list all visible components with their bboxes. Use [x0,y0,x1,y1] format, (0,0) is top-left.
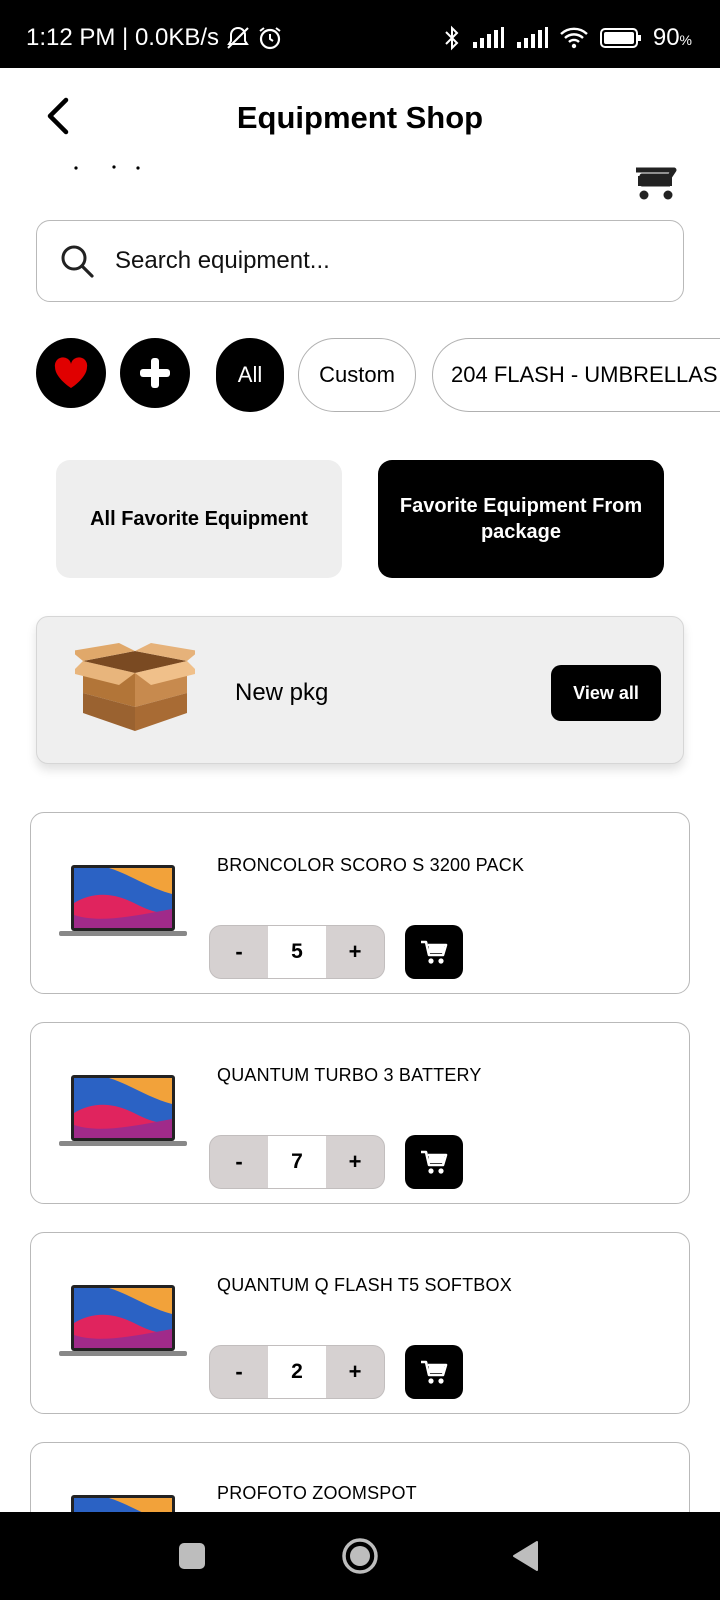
heart-icon [54,357,88,388]
favorite-from-package-toggle[interactable]: Favorite Equipment From package [378,460,664,578]
filter-chip-flash-umbrellas[interactable]: 204 FLASH - UMBRELLAS / [432,338,720,412]
cart-icon [421,940,448,964]
search-icon [59,243,95,284]
app-header: Equipment Shop [0,68,720,164]
add-to-cart-button[interactable] [405,1345,463,1399]
filter-chip-custom[interactable]: Custom [298,338,416,412]
product-name: QUANTUM Q FLASH T5 SOFTBOX [217,1275,512,1295]
decrement-button[interactable]: - [210,926,268,978]
laptop-icon [59,1073,187,1149]
product-name: QUANTUM TURBO 3 BATTERY [217,1065,482,1085]
increment-button[interactable]: + [326,1136,384,1188]
status-time-speed: 1:12 PM | 0.0KB/s [26,24,219,51]
home-button[interactable] [336,1532,384,1580]
view-all-button[interactable]: View all [551,665,661,721]
status-left: 1:12 PM | 0.0KB/s [26,24,283,52]
decrement-button[interactable]: - [210,1346,268,1398]
alarm-icon [257,25,283,51]
add-button[interactable] [120,338,190,408]
battery-unit: % [679,32,692,48]
add-to-cart-button[interactable] [405,1135,463,1189]
system-nav-bar [0,1512,720,1600]
quantity-stepper: - 7 + [209,1135,385,1189]
package-name: New pkg [235,679,329,706]
back-nav-button[interactable] [502,1532,550,1580]
product-name: BRONCOLOR SCORO S 3200 PACK [217,855,525,875]
all-favorite-equipment-toggle[interactable]: All Favorite Equipment [56,460,342,578]
laptop-icon [59,863,187,939]
battery-value: 90 [652,24,680,51]
product-card[interactable]: QUANTUM Q FLASH T5 SOFTBOX - 2 + [30,1232,690,1414]
recents-button[interactable] [168,1532,216,1580]
package-card[interactable]: New pkg View all [36,616,684,764]
quantity-stepper: - 5 + [209,925,385,979]
search-box [36,220,684,302]
page-title: Equipment Shop [236,100,484,135]
quantity-value[interactable]: 7 [268,1136,326,1188]
product-card[interactable]: PROFOTO ZOOMSPOT [30,1442,690,1512]
square-icon [179,1543,205,1569]
favorites-button[interactable] [36,338,106,408]
signal-icon [471,26,505,50]
product-name: PROFOTO ZOOMSPOT [217,1483,417,1503]
search-input[interactable] [115,239,655,283]
laptop-icon [59,1493,187,1512]
quantity-value[interactable]: 2 [268,1346,326,1398]
signal-icon-2 [515,26,549,50]
status-right: 90% [443,24,692,52]
box-icon [71,643,199,733]
plus-icon [140,358,170,388]
status-bar: 1:12 PM | 0.0KB/s 90% [0,0,720,68]
filter-chip-all[interactable]: All [216,338,284,412]
increment-button[interactable]: + [326,1346,384,1398]
home-circle-icon [342,1538,378,1574]
scrolled-text-fragment [70,160,150,179]
add-to-cart-button[interactable] [405,925,463,979]
cart-icon [636,167,677,200]
product-card[interactable]: QUANTUM TURBO 3 BATTERY - 7 + [30,1022,690,1204]
quantity-value[interactable]: 5 [268,926,326,978]
battery-level: 90% [653,24,692,52]
cart-button[interactable] [632,166,678,202]
mute-bell-icon [225,25,251,51]
cart-icon [421,1360,448,1384]
decrement-button[interactable]: - [210,1136,268,1188]
quantity-stepper: - 2 + [209,1345,385,1399]
battery-icon [599,26,643,50]
wifi-icon [559,26,589,50]
bluetooth-icon [443,25,461,51]
cart-icon [421,1150,448,1174]
laptop-icon [59,1283,187,1359]
increment-button[interactable]: + [326,926,384,978]
product-card[interactable]: BRONCOLOR SCORO S 3200 PACK - 5 + [30,812,690,994]
triangle-back-icon [513,1541,538,1571]
product-list: BRONCOLOR SCORO S 3200 PACK - 5 + QUANTU… [0,812,720,1512]
